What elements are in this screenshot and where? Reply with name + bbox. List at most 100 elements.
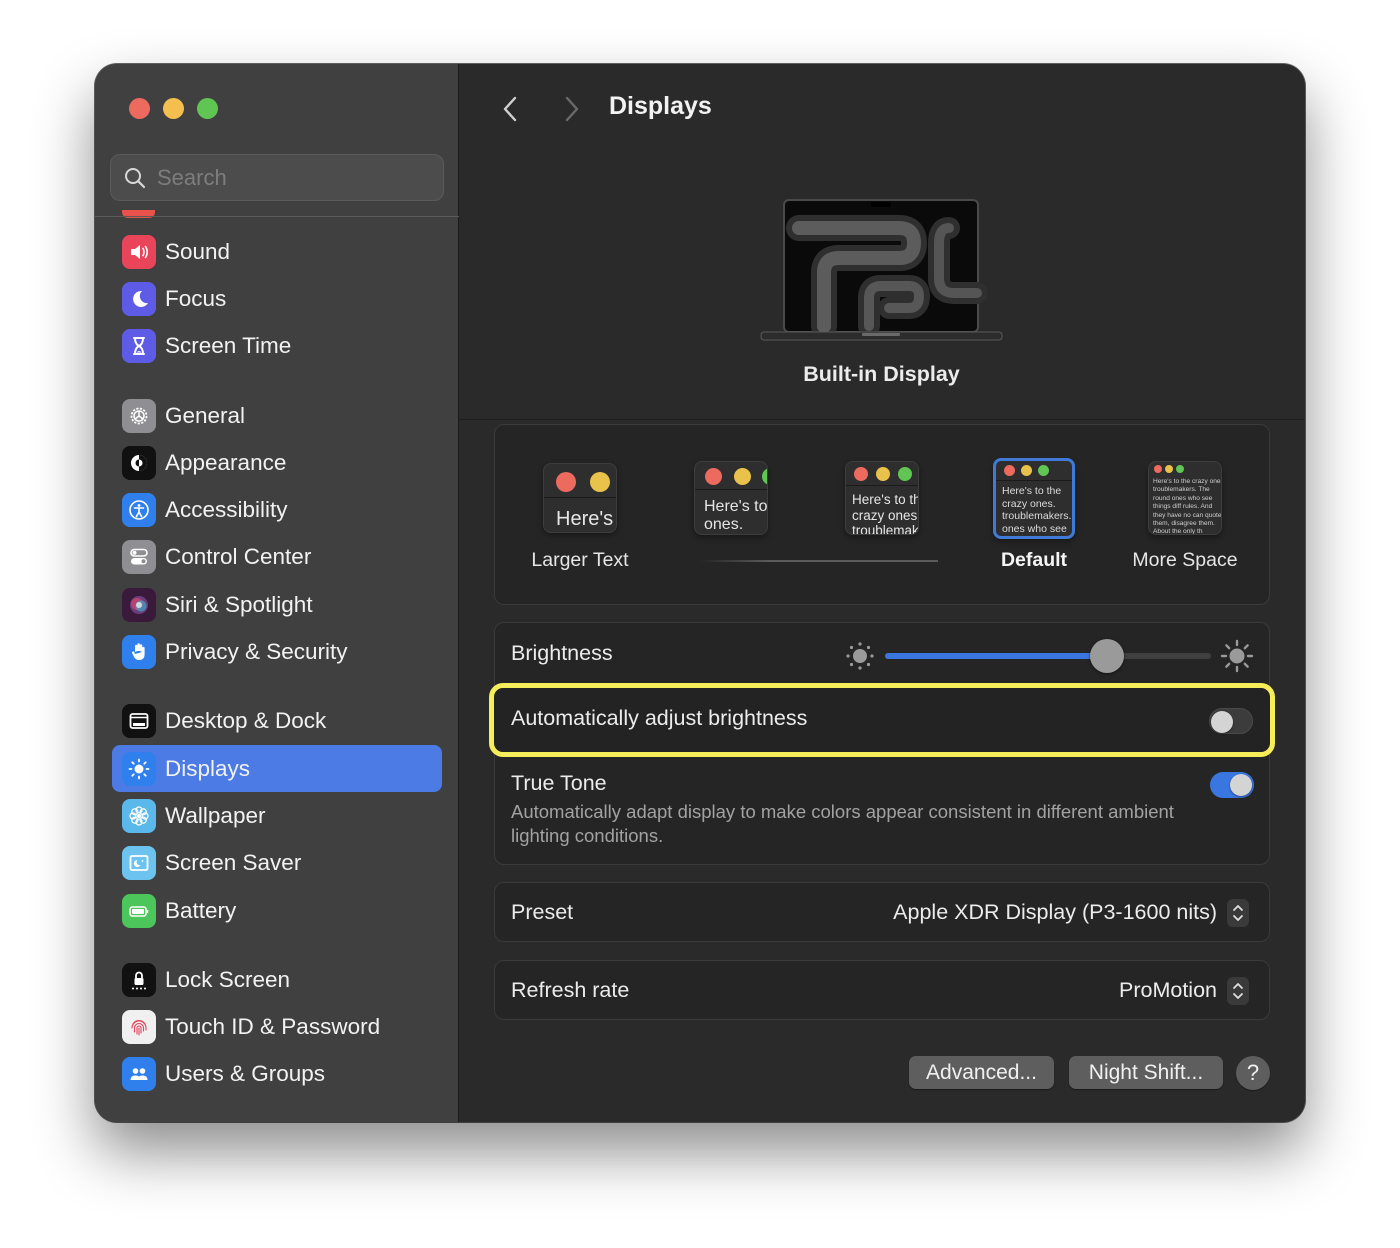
battery-icon — [122, 893, 156, 928]
sidebar-item-touch-id-and-password[interactable]: Touch ID & Password — [112, 1003, 442, 1050]
sidebar-list: Sound Focus Screen Time General Appearance Ac… — [95, 228, 459, 1120]
sidebar-item-screen-saver[interactable]: Screen Saver — [112, 840, 442, 887]
brightness-slider-knob[interactable] — [1089, 639, 1124, 673]
help-button[interactable]: ? — [1236, 1056, 1270, 1090]
sidebar-item-displays[interactable]: Displays — [112, 744, 442, 793]
back-button[interactable] — [499, 94, 523, 124]
resolution-option-more-space[interactable]: Here's to the crazy ones troublemakers. … — [1148, 461, 1222, 535]
sidebar-item-label: Privacy & Security — [165, 639, 348, 665]
preset-row[interactable]: Preset Apple XDR Display (P3-1600 nits) — [494, 882, 1270, 942]
system-settings-window: Sound Focus Screen Time General Appearance Ac… — [95, 64, 1305, 1122]
chevron-up-down-icon — [1233, 983, 1243, 999]
sidebar-item-label: Appearance — [165, 449, 287, 475]
sidebar-item-general[interactable]: General — [112, 392, 442, 439]
thumb-close-dot — [854, 467, 868, 481]
sidebar-item-sound[interactable]: Sound — [112, 228, 442, 275]
refresh-rate-label: Refresh rate — [511, 978, 630, 1002]
window-controls — [129, 98, 218, 119]
sidebar-item-users-and-groups[interactable]: Users & Groups — [112, 1051, 442, 1098]
gear-icon — [122, 398, 156, 433]
search-input[interactable] — [157, 164, 437, 191]
resolution-track — [700, 560, 938, 562]
sidebar-item-label: Displays — [165, 755, 251, 781]
sidebar-item-focus[interactable]: Focus — [112, 275, 442, 322]
sidebar-item-battery[interactable]: Battery — [112, 887, 442, 934]
thumb-preview-text: Here's to the crazy ones troublemakers. … — [1153, 478, 1222, 535]
resolution-options: Here's Larger Text Here's to the crazy o… — [494, 424, 1270, 605]
minimize-button[interactable] — [163, 98, 184, 119]
thumb-preview-text: Here's to the crazy ones. troublemakers.… — [1002, 485, 1072, 536]
sun-icon — [122, 751, 156, 786]
hand-icon — [122, 635, 156, 670]
sidebar-item-screen-time[interactable]: Screen Time — [112, 323, 442, 370]
thumb-zoom-dot — [898, 467, 912, 481]
speaker-icon — [122, 234, 156, 269]
sidebar-group: General Appearance Accessibility Control Ce… — [95, 392, 459, 676]
brightness-slider[interactable] — [885, 639, 1211, 673]
sidebar-item-privacy-and-security[interactable]: Privacy & Security — [112, 628, 442, 675]
users-icon — [122, 1057, 156, 1092]
resolution-option-larger-text[interactable]: Here's — [543, 463, 617, 533]
sidebar-item-lock-screen[interactable]: Lock Screen — [112, 956, 442, 1003]
brightness-label: Brightness — [511, 641, 613, 665]
thumb-close-dot — [705, 468, 722, 485]
refresh-rate-popup-button[interactable] — [1227, 977, 1249, 1005]
thumb-preview-text: Here's to the crazy ones. troublemakers. — [704, 498, 768, 534]
refresh-rate-value[interactable]: ProMotion — [1119, 978, 1217, 1003]
accessibility-icon — [122, 493, 156, 528]
thumb-close-dot — [1004, 465, 1015, 476]
preset-popup-button[interactable] — [1227, 899, 1249, 927]
sidebar-item-label: Touch ID & Password — [165, 1014, 381, 1040]
fingerprint-icon — [122, 1010, 156, 1045]
thumb-minimize-dot — [1165, 465, 1173, 473]
close-button[interactable] — [129, 98, 150, 119]
sidebar-item-label: Users & Groups — [165, 1061, 326, 1087]
night-shift-button[interactable]: Night Shift... — [1069, 1056, 1223, 1089]
resolution-option-2[interactable]: Here's to the crazy ones. troublemakers. — [694, 461, 768, 535]
thumb-minimize-dot — [590, 472, 610, 492]
auto-brightness-highlight: Automatically adjust brightness — [489, 683, 1275, 757]
search-icon — [125, 167, 146, 188]
true-tone-toggle[interactable] — [1210, 772, 1254, 798]
thumb-zoom-dot — [1176, 465, 1184, 473]
sidebar-item-siri-and-spotlight[interactable]: Siri & Spotlight — [112, 581, 442, 628]
sidebar-item-wallpaper[interactable]: Wallpaper — [112, 792, 442, 839]
sidebar-item-label: Accessibility — [165, 497, 288, 523]
thumb-minimize-dot — [734, 468, 751, 485]
resolution-option-3[interactable]: Here's to the crazy ones, troublemakers,… — [845, 461, 919, 535]
sidebar-item-accessibility[interactable]: Accessibility — [112, 486, 442, 533]
search-field[interactable] — [110, 154, 444, 201]
resolution-label-more-space: More Space — [1132, 549, 1238, 571]
auto-brightness-toggle[interactable] — [1209, 708, 1253, 734]
thumb-minimize-dot — [876, 467, 890, 481]
sidebar-item-label: General — [165, 402, 246, 428]
lock-icon — [122, 962, 156, 997]
thumb-close-dot — [1154, 465, 1162, 473]
refresh-rate-row[interactable]: Refresh rate ProMotion — [494, 960, 1270, 1020]
brightness-card: Brightness Automatically adjust brightne… — [489, 622, 1275, 865]
sidebar-item-label: Control Center — [165, 544, 312, 570]
preset-value[interactable]: Apple XDR Display (P3-1600 nits) — [893, 900, 1217, 925]
toggles-icon — [122, 540, 156, 575]
laptop-display-image[interactable] — [759, 198, 1004, 346]
dock-icon — [122, 704, 156, 739]
resolution-label-larger-text: Larger Text — [531, 549, 629, 571]
forward-button[interactable] — [559, 94, 583, 124]
resolution-option-default[interactable]: Here's to the crazy ones. troublemakers.… — [993, 458, 1075, 539]
resolution-label-default: Default — [1000, 549, 1068, 571]
sidebar-item-label: Siri & Spotlight — [165, 591, 313, 617]
advanced-button[interactable]: Advanced... — [909, 1056, 1054, 1089]
sidebar-divider — [95, 216, 459, 217]
sidebar-item-desktop-and-dock[interactable]: Desktop & Dock — [112, 698, 442, 745]
sidebar: Sound Focus Screen Time General Appearance Ac… — [95, 64, 459, 1122]
siri-icon — [122, 587, 156, 622]
page-title: Displays — [609, 92, 712, 120]
sidebar-item-control-center[interactable]: Control Center — [112, 534, 442, 581]
brightness-low-icon — [846, 642, 874, 670]
auto-brightness-label: Automatically adjust brightness — [511, 706, 808, 730]
sidebar-item-label: Wallpaper — [165, 802, 266, 828]
screensaver-icon — [122, 846, 156, 881]
zoom-button[interactable] — [197, 98, 218, 119]
display-name: Built-in Display — [803, 362, 960, 386]
sidebar-item-appearance[interactable]: Appearance — [112, 439, 442, 486]
